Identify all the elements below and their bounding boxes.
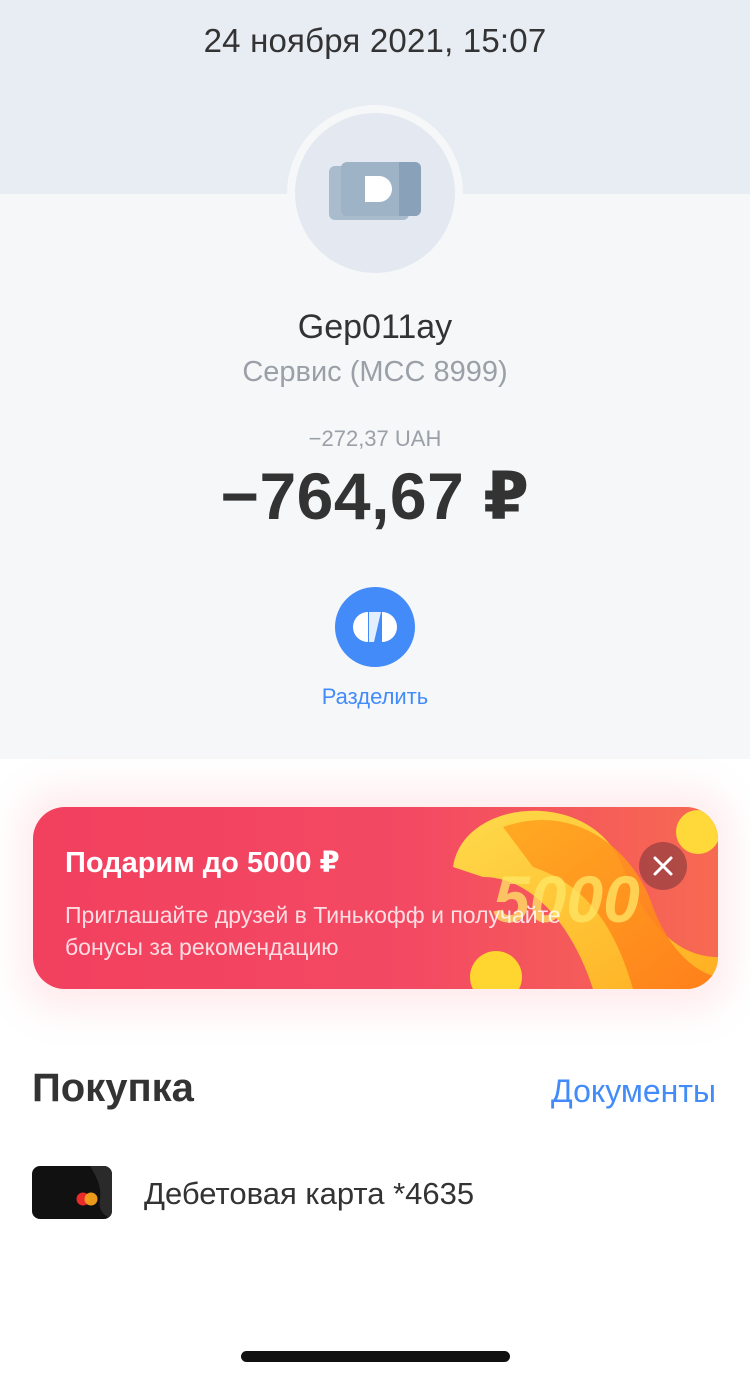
close-icon xyxy=(653,856,673,876)
home-indicator[interactable] xyxy=(241,1351,510,1362)
operation-datetime: 24 ноября 2021, 15:07 xyxy=(203,22,547,59)
split-icon xyxy=(353,612,397,642)
promo-title: Подарим до 5000 ₽ xyxy=(65,847,340,879)
documents-link[interactable]: Документы xyxy=(551,1073,716,1110)
merchant-avatar xyxy=(287,105,463,281)
operation-amount: −764,67 ₽ xyxy=(220,459,530,533)
promo-banner[interactable]: 5000 Подарим до 5000 ₽ Приглашайте друзе… xyxy=(33,807,718,989)
debit-card-thumbnail xyxy=(32,1166,112,1219)
promo-description: Приглашайте друзей в Тинькофф и получайт… xyxy=(65,902,561,960)
section-title-purchase: Покупка xyxy=(32,1066,194,1110)
merchant-category: Сервис (MCC 8999) xyxy=(242,356,508,388)
cash-icon xyxy=(329,162,421,220)
split-label[interactable]: Разделить xyxy=(0,684,750,710)
card-label: Дебетовая карта *4635 xyxy=(144,1176,475,1211)
foreign-amount: −272,37 UAH xyxy=(308,426,442,451)
merchant-name: Gep011ay xyxy=(297,308,453,346)
promo-close-button[interactable] xyxy=(639,842,687,890)
split-button[interactable] xyxy=(335,587,415,667)
payment-card-row[interactable]: Дебетовая карта *4635 xyxy=(32,1166,722,1222)
mastercard-icon xyxy=(76,1192,98,1206)
